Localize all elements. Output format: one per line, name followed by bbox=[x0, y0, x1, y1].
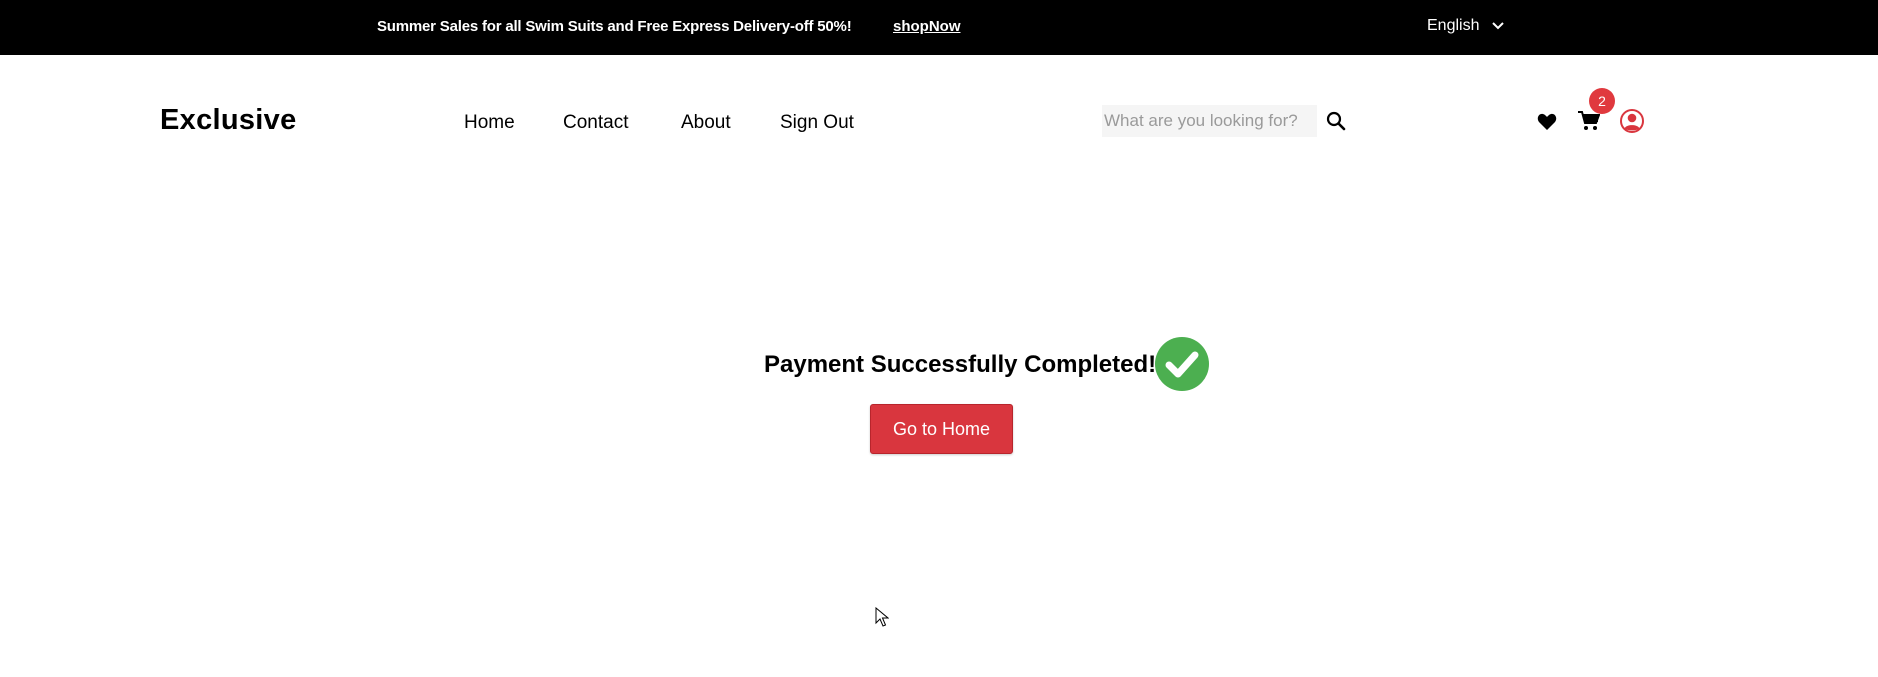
mouse-cursor-icon bbox=[875, 607, 889, 627]
user-icon[interactable] bbox=[1620, 109, 1644, 133]
nav-contact[interactable]: Contact bbox=[563, 112, 628, 134]
nav-about[interactable]: About bbox=[681, 112, 731, 134]
language-label: English bbox=[1427, 17, 1480, 34]
top-announcement-bar: Summer Sales for all Swim Suits and Free… bbox=[0, 0, 1878, 55]
nav-home[interactable]: Home bbox=[464, 112, 515, 134]
check-circle-icon bbox=[1155, 337, 1209, 391]
shop-now-link[interactable]: shopNow bbox=[893, 18, 961, 35]
heart-icon[interactable] bbox=[1537, 113, 1557, 131]
search-icon[interactable] bbox=[1326, 111, 1346, 131]
cart-count-badge: 2 bbox=[1589, 88, 1615, 114]
payment-success-message: Payment Successfully Completed! bbox=[764, 351, 1157, 378]
brand-logo[interactable]: Exclusive bbox=[160, 104, 297, 137]
go-to-home-button[interactable]: Go to Home bbox=[870, 404, 1013, 454]
promo-text: Summer Sales for all Swim Suits and Free… bbox=[377, 18, 852, 35]
cart-icon[interactable] bbox=[1578, 111, 1600, 131]
chevron-down-icon bbox=[1492, 22, 1505, 30]
language-selector[interactable]: English bbox=[1427, 17, 1505, 35]
search-input[interactable] bbox=[1102, 105, 1317, 137]
nav-sign-out[interactable]: Sign Out bbox=[780, 112, 854, 134]
